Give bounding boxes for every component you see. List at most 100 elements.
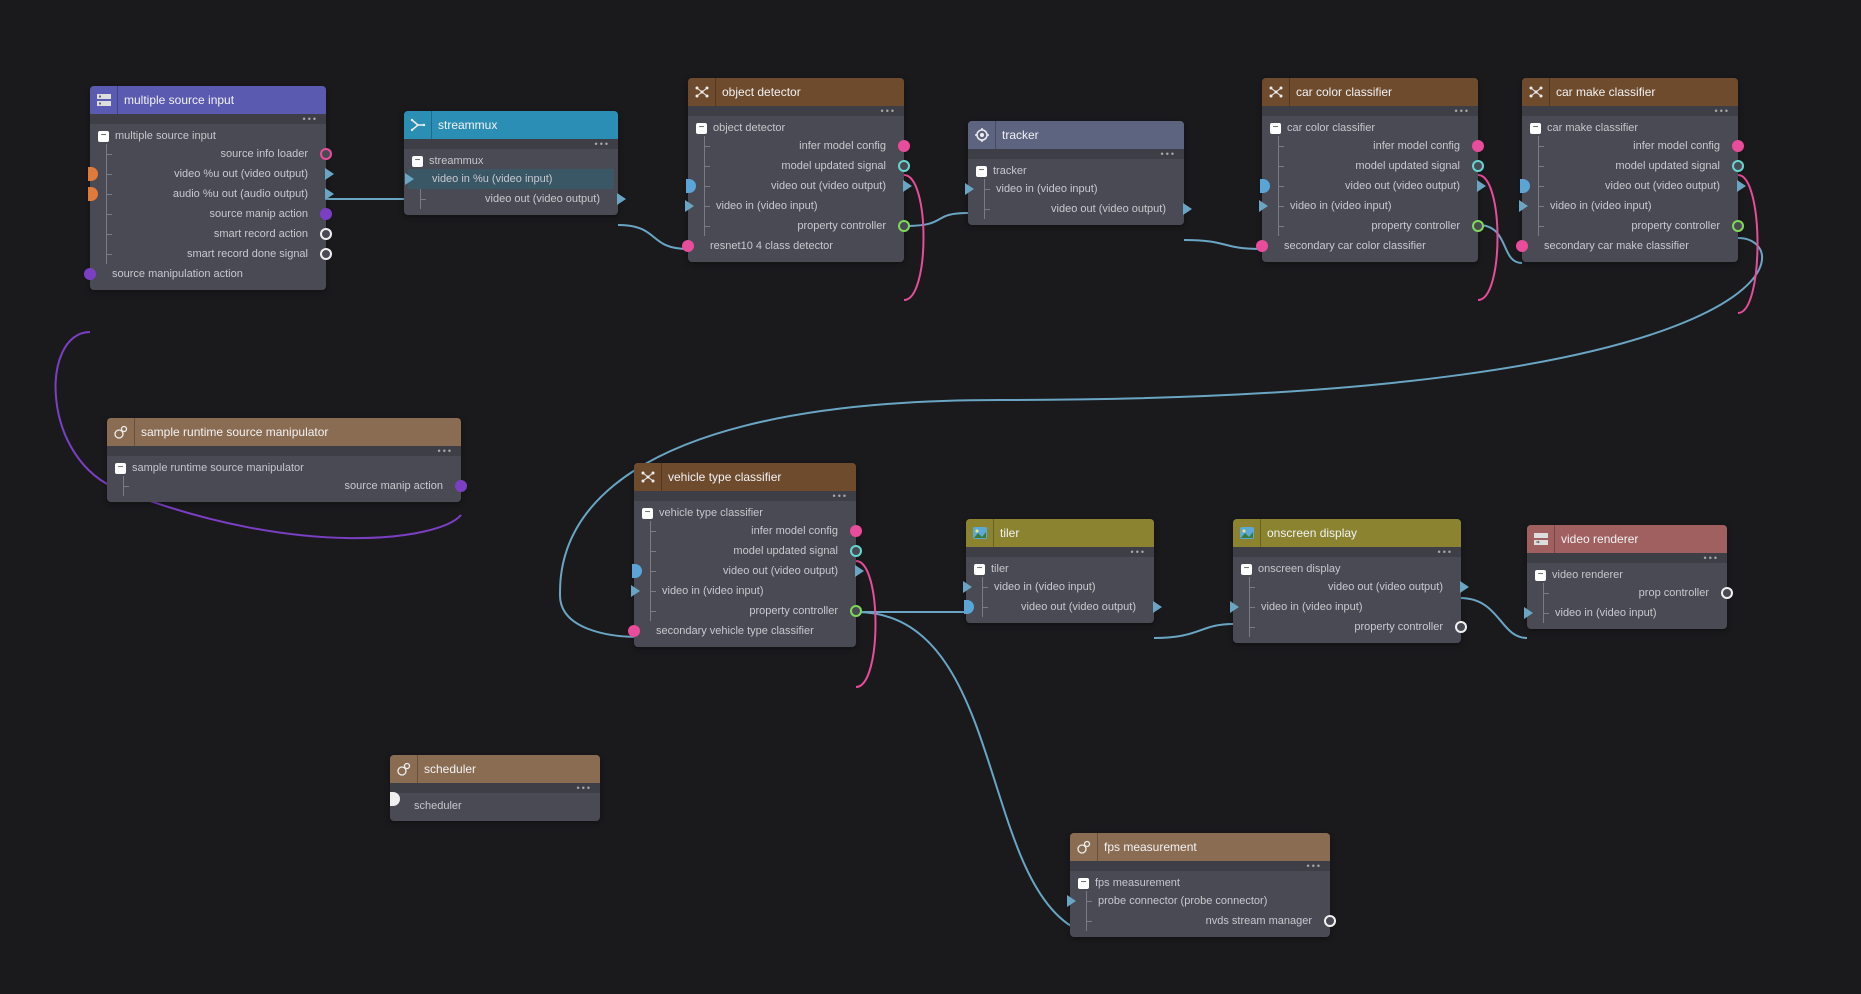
collapse-icon[interactable]: − — [976, 166, 987, 177]
input-port[interactable] — [1260, 179, 1270, 193]
port-row[interactable]: video out (video output) — [968, 199, 1184, 219]
output-port[interactable] — [855, 565, 864, 577]
output-port[interactable] — [898, 140, 910, 152]
input-port[interactable] — [405, 173, 414, 185]
port-row[interactable]: property controller — [1233, 617, 1461, 637]
port-row[interactable]: video out (video output) — [1233, 577, 1461, 597]
port-row[interactable]: infer model config — [688, 136, 904, 156]
input-port[interactable] — [685, 200, 694, 212]
input-port[interactable] — [631, 585, 640, 597]
port-row[interactable]: video in (video input) — [1262, 196, 1478, 216]
node-video-renderer[interactable]: video renderer ••• −video renderer prop … — [1527, 525, 1727, 629]
port-row[interactable]: video in (video input) — [968, 179, 1184, 199]
node-drag-handle[interactable]: ••• — [390, 783, 600, 793]
node-header[interactable]: tracker — [968, 121, 1184, 149]
collapse-icon[interactable]: − — [1535, 570, 1546, 581]
port-row[interactable]: secondary car make classifier — [1522, 236, 1738, 256]
output-port[interactable] — [1477, 180, 1486, 192]
port-row[interactable]: source manip action — [90, 204, 326, 224]
output-port[interactable] — [1183, 203, 1192, 215]
node-drag-handle[interactable]: ••• — [688, 106, 904, 116]
output-port[interactable] — [1324, 915, 1336, 927]
input-port[interactable] — [1516, 240, 1528, 252]
port-row[interactable]: video in (video input) — [1233, 597, 1461, 617]
section-header[interactable]: −video renderer — [1527, 567, 1727, 583]
port-row[interactable]: video in (video input) — [1522, 196, 1738, 216]
port-row[interactable]: property controller — [1262, 216, 1478, 236]
port-row[interactable]: secondary car color classifier — [1262, 236, 1478, 256]
collapse-icon[interactable]: − — [98, 131, 109, 142]
node-header[interactable]: scheduler — [390, 755, 600, 783]
input-port[interactable] — [1256, 240, 1268, 252]
collapse-icon[interactable]: − — [1241, 564, 1252, 575]
output-port[interactable] — [1732, 220, 1744, 232]
input-port[interactable] — [686, 179, 696, 193]
node-header[interactable]: sample runtime source manipulator — [107, 418, 461, 446]
port-row[interactable]: property controller — [688, 216, 904, 236]
node-scheduler[interactable]: scheduler ••• scheduler — [390, 755, 600, 821]
port-row[interactable]: source info loader — [90, 144, 326, 164]
output-port[interactable] — [903, 180, 912, 192]
input-port[interactable] — [628, 625, 640, 637]
section-header[interactable]: −vehicle type classifier — [634, 505, 856, 521]
input-port[interactable] — [88, 167, 98, 181]
output-port[interactable] — [1153, 601, 1162, 613]
port-row[interactable]: model updated signal — [634, 541, 856, 561]
port-row[interactable]: video out (video output) — [688, 176, 904, 196]
port-row[interactable]: audio %u out (audio output) — [90, 184, 326, 204]
port-row[interactable]: video out (video output) — [1522, 176, 1738, 196]
node-vehicle-type-classifier[interactable]: vehicle type classifier ••• −vehicle typ… — [634, 463, 856, 647]
section-header[interactable]: scheduler — [390, 797, 600, 815]
node-drag-handle[interactable]: ••• — [1527, 553, 1727, 563]
node-header[interactable]: streammux — [404, 111, 618, 139]
node-drag-handle[interactable]: ••• — [107, 446, 461, 456]
collapse-icon[interactable]: − — [696, 123, 707, 134]
section-header[interactable]: −streammux — [404, 153, 618, 169]
node-drag-handle[interactable]: ••• — [1522, 106, 1738, 116]
port-row-selected[interactable]: video in %u (video input) — [408, 169, 614, 189]
output-port[interactable] — [898, 220, 910, 232]
node-drag-handle[interactable]: ••• — [90, 114, 326, 124]
collapse-icon[interactable]: − — [974, 564, 985, 575]
port-row[interactable]: video in (video input) — [1527, 603, 1727, 623]
input-port[interactable] — [1519, 200, 1528, 212]
section-header[interactable]: −fps measurement — [1070, 875, 1330, 891]
port-row[interactable]: model updated signal — [688, 156, 904, 176]
port-row[interactable]: model updated signal — [1522, 156, 1738, 176]
input-port[interactable] — [1259, 200, 1268, 212]
port-row[interactable]: infer model config — [1522, 136, 1738, 156]
node-header[interactable]: car make classifier — [1522, 78, 1738, 106]
collapse-icon[interactable]: − — [1270, 123, 1281, 134]
node-header[interactable]: onscreen display — [1233, 519, 1461, 547]
input-port[interactable] — [682, 240, 694, 252]
output-port[interactable] — [1472, 160, 1484, 172]
section-header[interactable]: −car color classifier — [1262, 120, 1478, 136]
port-row[interactable]: probe connector (probe connector) — [1070, 891, 1330, 911]
node-header[interactable]: fps measurement — [1070, 833, 1330, 861]
input-port[interactable] — [88, 187, 98, 201]
port-row[interactable]: video in (video input) — [634, 581, 856, 601]
node-drag-handle[interactable]: ••• — [634, 491, 856, 501]
output-port[interactable] — [1455, 621, 1467, 633]
port-row[interactable]: property controller — [634, 601, 856, 621]
output-port[interactable] — [1472, 140, 1484, 152]
node-tracker[interactable]: tracker ••• −tracker video in (video inp… — [968, 121, 1184, 225]
port-row[interactable]: secondary vehicle type classifier — [634, 621, 856, 641]
node-object-detector[interactable]: object detector ••• −object detector inf… — [688, 78, 904, 262]
collapse-icon[interactable]: − — [1530, 123, 1541, 134]
node-car-color-classifier[interactable]: car color classifier ••• −car color clas… — [1262, 78, 1478, 262]
node-drag-handle[interactable]: ••• — [968, 149, 1184, 159]
node-drag-handle[interactable]: ••• — [1233, 547, 1461, 557]
output-port[interactable] — [320, 208, 332, 220]
output-port[interactable] — [1737, 180, 1746, 192]
section-header[interactable]: −sample runtime source manipulator — [107, 460, 461, 476]
output-port[interactable] — [850, 605, 862, 617]
input-port[interactable] — [632, 564, 642, 578]
port-row[interactable]: smart record done signal — [90, 244, 326, 264]
output-port[interactable] — [850, 545, 862, 557]
port-row[interactable]: infer model config — [1262, 136, 1478, 156]
output-port[interactable] — [1732, 140, 1744, 152]
node-tiler[interactable]: tiler ••• −tiler video in (video input) … — [966, 519, 1154, 623]
node-header[interactable]: vehicle type classifier — [634, 463, 856, 491]
port-row[interactable]: model updated signal — [1262, 156, 1478, 176]
